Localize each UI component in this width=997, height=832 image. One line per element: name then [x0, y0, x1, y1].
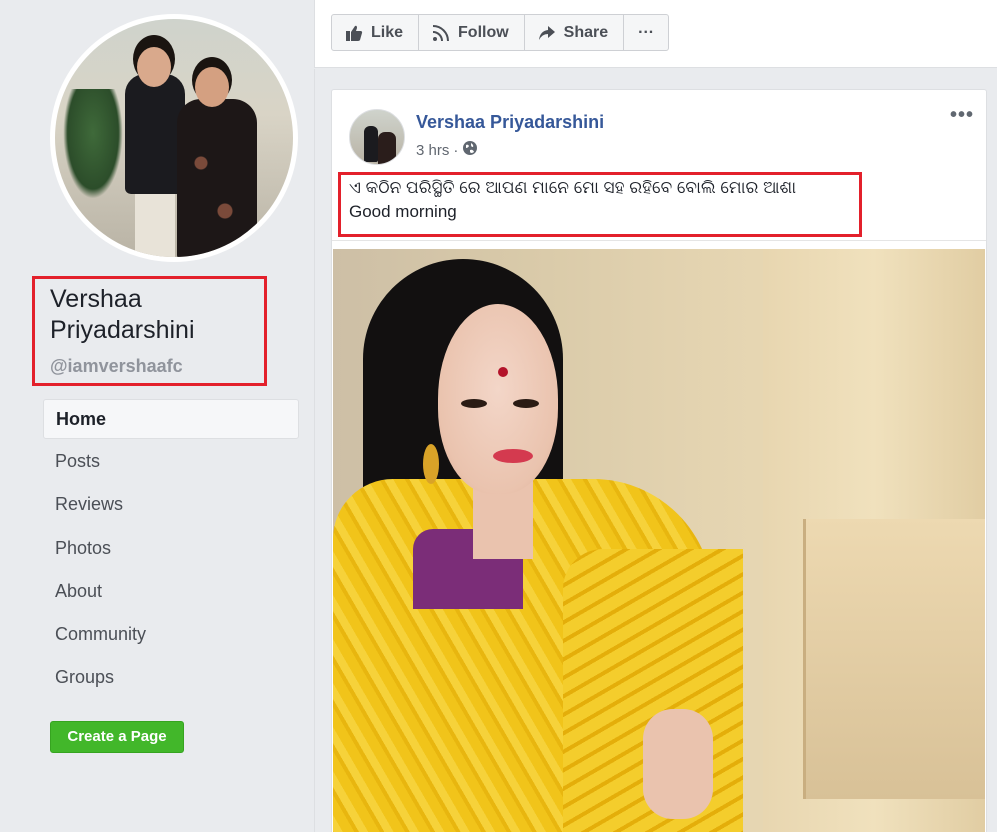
more-actions-button[interactable]: ··· [624, 15, 668, 50]
share-label: Share [563, 23, 609, 41]
nav-item-reviews[interactable]: Reviews [43, 485, 299, 528]
post-divider [332, 240, 986, 241]
nav-item-photos[interactable]: Photos [43, 529, 299, 572]
post-photo[interactable] [333, 249, 985, 832]
post-author-avatar[interactable] [349, 109, 405, 165]
post-timestamp: 3 hrs · [416, 140, 478, 160]
action-buttons: Like Follow Share ··· [331, 14, 670, 51]
post-text-odia: ଏ କଠିନ ପରିସ୍ଥିତି ରେ ଆପଣ ମାନେ ମୋ ସହ ରହିବେ… [349, 178, 797, 197]
share-arrow-icon [538, 24, 556, 42]
rss-follow-icon [432, 24, 450, 42]
globe-icon [462, 140, 478, 160]
thumbs-up-icon [345, 24, 363, 42]
follow-label: Follow [458, 23, 509, 41]
left-sidebar: Vershaa Priyadarshini @iamvershaafc Home… [0, 0, 314, 832]
nav-item-groups[interactable]: Groups [43, 658, 299, 701]
post-options-button[interactable]: ••• [950, 104, 974, 127]
post-author-name[interactable]: Vershaa Priyadarshini [416, 112, 604, 133]
share-button[interactable]: Share [525, 15, 625, 50]
page-navigation: Home Posts Reviews Photos About Communit… [43, 399, 299, 702]
feed-column: Vershaa Priyadarshini 3 hrs · ••• ଏ କଠିନ… [314, 69, 997, 832]
post-time-separator: · [453, 141, 459, 159]
post-time-text[interactable]: 3 hrs [416, 142, 449, 159]
more-dots-icon: ··· [638, 23, 655, 41]
page-action-bar: Like Follow Share ··· [314, 0, 997, 68]
follow-button[interactable]: Follow [419, 15, 525, 50]
nav-item-community[interactable]: Community [43, 615, 299, 658]
post-card: Vershaa Priyadarshini 3 hrs · ••• ଏ କଠିନ… [331, 89, 987, 832]
profile-photo-image [55, 19, 293, 257]
create-page-button[interactable]: Create a Page [50, 721, 184, 753]
nav-item-home[interactable]: Home [43, 399, 299, 439]
nav-item-posts[interactable]: Posts [43, 442, 299, 485]
like-button[interactable]: Like [332, 15, 420, 50]
post-text-english: Good morning [349, 202, 457, 221]
nav-item-about[interactable]: About [43, 572, 299, 615]
page-title[interactable]: Vershaa Priyadarshini [50, 284, 270, 346]
page-handle[interactable]: @iamvershaafc [50, 356, 183, 377]
like-label: Like [371, 23, 404, 41]
profile-picture[interactable] [50, 14, 298, 262]
